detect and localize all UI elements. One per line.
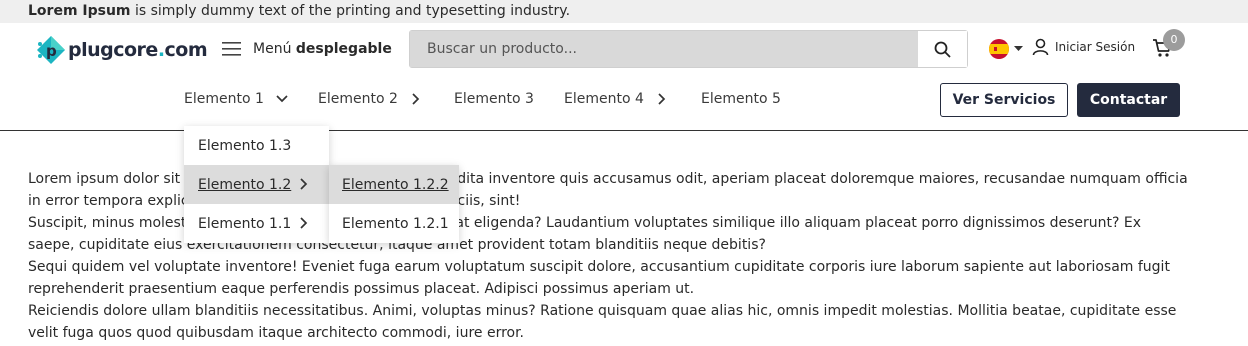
search-input[interactable] bbox=[410, 31, 918, 67]
svg-text:p: p bbox=[46, 42, 57, 60]
announcement-bar: Lorem Ipsum is simply dummy text of the … bbox=[0, 0, 1248, 23]
logo-wordmark: plugcore.com bbox=[68, 39, 208, 61]
plugcore-logo-icon: p bbox=[37, 36, 65, 64]
hamburger-icon bbox=[222, 42, 241, 56]
submenu-item-elemento-1-2-2[interactable]: Elemento 1.2.2 bbox=[329, 165, 459, 204]
language-selector[interactable] bbox=[988, 38, 1023, 60]
user-icon bbox=[1032, 38, 1049, 56]
dropdown-item-elemento-1-3[interactable]: Elemento 1.3 bbox=[184, 126, 329, 165]
nav-item-elemento-3[interactable]: Elemento 3 bbox=[454, 88, 534, 110]
nav-item-label: Elemento 2 bbox=[318, 91, 398, 107]
search-icon bbox=[934, 41, 951, 58]
submenu-item-label: Elemento 1.2.2 bbox=[342, 176, 449, 193]
nav-item-label: Elemento 3 bbox=[454, 91, 534, 107]
content-paragraph: Reiciendis dolore ullam blanditiis neces… bbox=[28, 303, 1177, 341]
contact-button[interactable]: Contactar bbox=[1077, 83, 1180, 117]
announcement-bold: Lorem Ipsum bbox=[28, 3, 131, 19]
chevron-down-icon bbox=[276, 95, 288, 103]
nav-item-elemento-1[interactable]: Elemento 1 bbox=[184, 88, 288, 110]
dropdown-item-label: Elemento 1.1 bbox=[198, 215, 292, 232]
content-paragraph: Sequi quidem vel voluptate inventore! Ev… bbox=[28, 259, 1170, 297]
announcement-text: is simply dummy text of the printing and… bbox=[130, 3, 571, 19]
nav-dropdown-menu: Elemento 1.3 Elemento 1.2 Elemento 1.1 bbox=[184, 126, 329, 243]
nav-item-label: Elemento 1 bbox=[184, 91, 264, 107]
nav-item-elemento-5[interactable]: Elemento 5 bbox=[701, 88, 781, 110]
nav-submenu: Elemento 1.2.2 Elemento 1.2.1 bbox=[329, 165, 459, 243]
nav-item-elemento-4[interactable]: Elemento 4 bbox=[564, 88, 666, 110]
login-link[interactable]: Iniciar Sesión bbox=[1032, 38, 1135, 56]
caret-down-icon bbox=[1014, 46, 1023, 51]
login-label: Iniciar Sesión bbox=[1055, 40, 1136, 54]
menu-label: Menú desplegable bbox=[253, 41, 392, 57]
dropdown-item-label: Elemento 1.2 bbox=[198, 176, 292, 193]
cart-count-badge: 0 bbox=[1163, 29, 1185, 51]
chevron-right-icon bbox=[300, 178, 308, 190]
search-bar bbox=[409, 30, 968, 68]
chevron-right-icon bbox=[412, 93, 420, 105]
dropdown-item-elemento-1-2[interactable]: Elemento 1.2 bbox=[184, 165, 329, 204]
nav-item-label: Elemento 5 bbox=[701, 91, 781, 107]
site-logo[interactable]: p plugcore.com bbox=[36, 35, 208, 65]
dropdown-item-label: Elemento 1.3 bbox=[198, 137, 292, 154]
spain-flag-icon bbox=[989, 39, 1009, 59]
nav-item-label: Elemento 4 bbox=[564, 91, 644, 107]
chevron-right-icon bbox=[658, 93, 666, 105]
submenu-item-elemento-1-2-1[interactable]: Elemento 1.2.1 bbox=[329, 204, 459, 243]
dropdown-menu-button[interactable]: Menú desplegable bbox=[222, 38, 392, 60]
nav-item-elemento-2[interactable]: Elemento 2 bbox=[318, 88, 420, 110]
chevron-right-icon bbox=[300, 217, 308, 229]
dropdown-item-elemento-1-1[interactable]: Elemento 1.1 bbox=[184, 204, 329, 243]
view-services-button[interactable]: Ver Servicios bbox=[940, 83, 1068, 117]
submenu-item-label: Elemento 1.2.1 bbox=[342, 215, 449, 232]
search-button[interactable] bbox=[918, 31, 967, 67]
